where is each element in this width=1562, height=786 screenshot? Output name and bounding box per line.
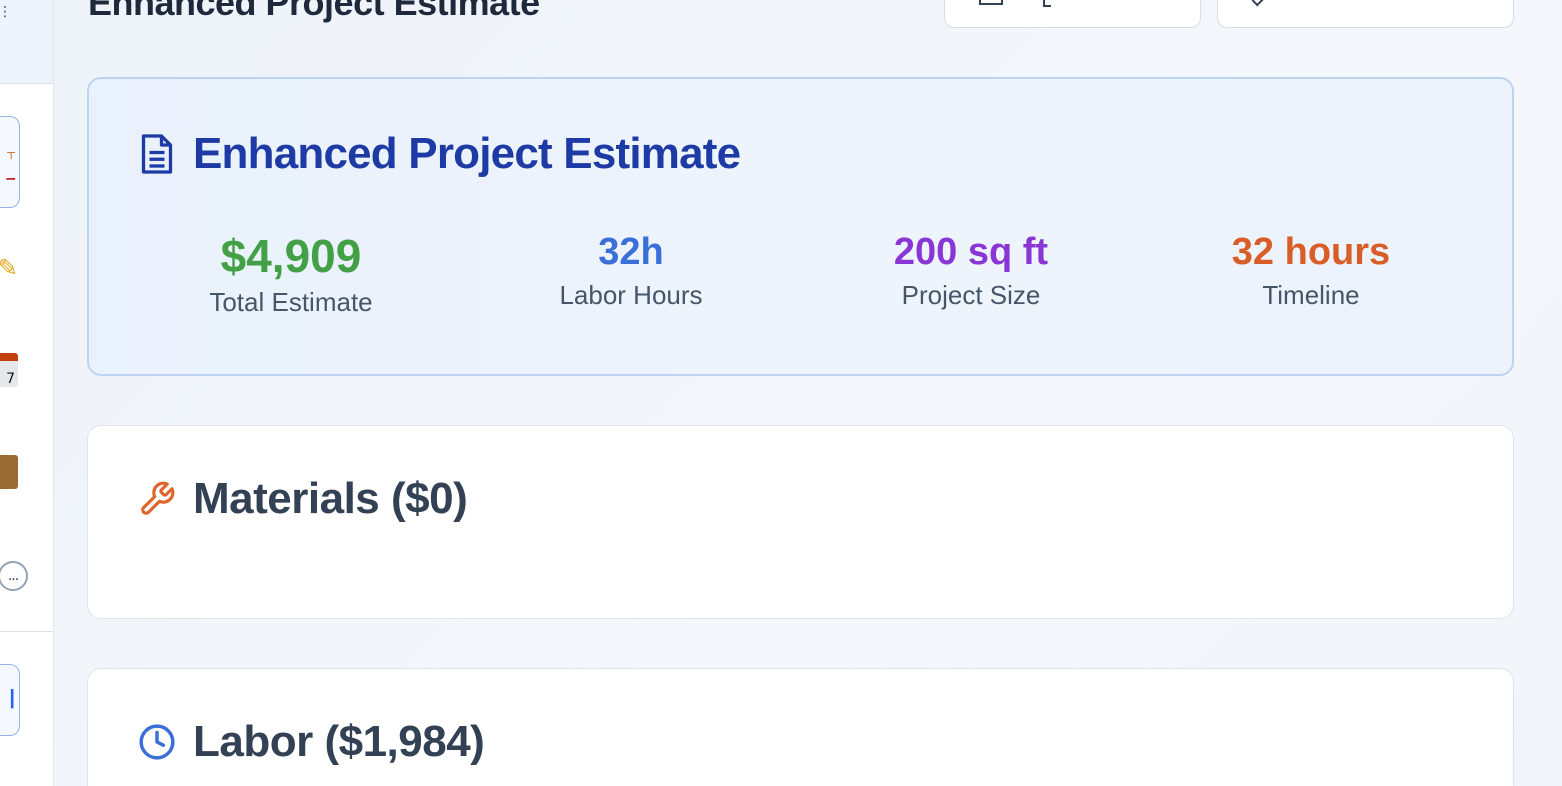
total-estimate-value: $4,909 (220, 230, 362, 282)
stat-labor-hours: 32h Labor Hours (471, 231, 791, 311)
materials-section[interactable]: Materials ($0) (87, 425, 1514, 619)
project-size-value: 200 sq ft (893, 231, 1049, 273)
stat-timeline: 32 hours Timeline (1151, 231, 1471, 311)
labor-section[interactable]: Labor ($1,984) (87, 668, 1514, 786)
calendar-icon[interactable]: 7 (0, 353, 18, 387)
project-size-label: Project Size (901, 280, 1041, 310)
wrench-icon (141, 481, 175, 515)
active-indicator-icon: | (9, 687, 15, 709)
estimate-summary-card: Enhanced Project Estimate $4,909 Total E… (87, 77, 1514, 376)
sidebar: ⋮ ┬ ▁ ✎ 7 ... | (0, 0, 54, 786)
more-icon[interactable]: ... (0, 560, 28, 592)
tool-icon: ┬ (7, 147, 15, 159)
estimate-title: Enhanced Project Estimate (193, 129, 741, 178)
check-icon (1251, 0, 1265, 7)
sidebar-header: ⋮ (0, 0, 53, 84)
sidebar-item-project[interactable]: ┬ ▁ (0, 116, 20, 208)
pencil-icon[interactable]: ✎ (0, 252, 18, 284)
export-button[interactable] (944, 0, 1201, 28)
menu-grip-icon[interactable]: ⋮ (0, 4, 12, 20)
calendar-day: 7 (0, 353, 18, 387)
stat-project-size: 200 sq ft Project Size (811, 231, 1131, 311)
timeline-label: Timeline (1262, 280, 1360, 310)
labor-hours-label: Labor Hours (559, 280, 703, 310)
clock-icon (139, 724, 175, 760)
export-icon (979, 0, 1003, 5)
confirm-button[interactable] (1217, 0, 1514, 28)
labor-title: Labor ($1,984) (193, 717, 485, 766)
sidebar-divider (0, 631, 53, 632)
export-arrow-icon (1043, 0, 1051, 7)
sidebar-item-active[interactable]: | (0, 664, 20, 736)
timeline-value: 32 hours (1231, 231, 1391, 273)
page-title: Enhanced Project Estimate (88, 0, 540, 23)
stat-total-estimate: $4,909 Total Estimate (131, 229, 451, 318)
materials-title: Materials ($0) (193, 474, 468, 523)
tool-base-icon: ▁ (6, 168, 15, 180)
labor-hours-value: 32h (598, 231, 664, 273)
total-estimate-label: Total Estimate (209, 287, 373, 317)
package-icon[interactable] (0, 455, 18, 489)
document-icon (141, 134, 173, 174)
